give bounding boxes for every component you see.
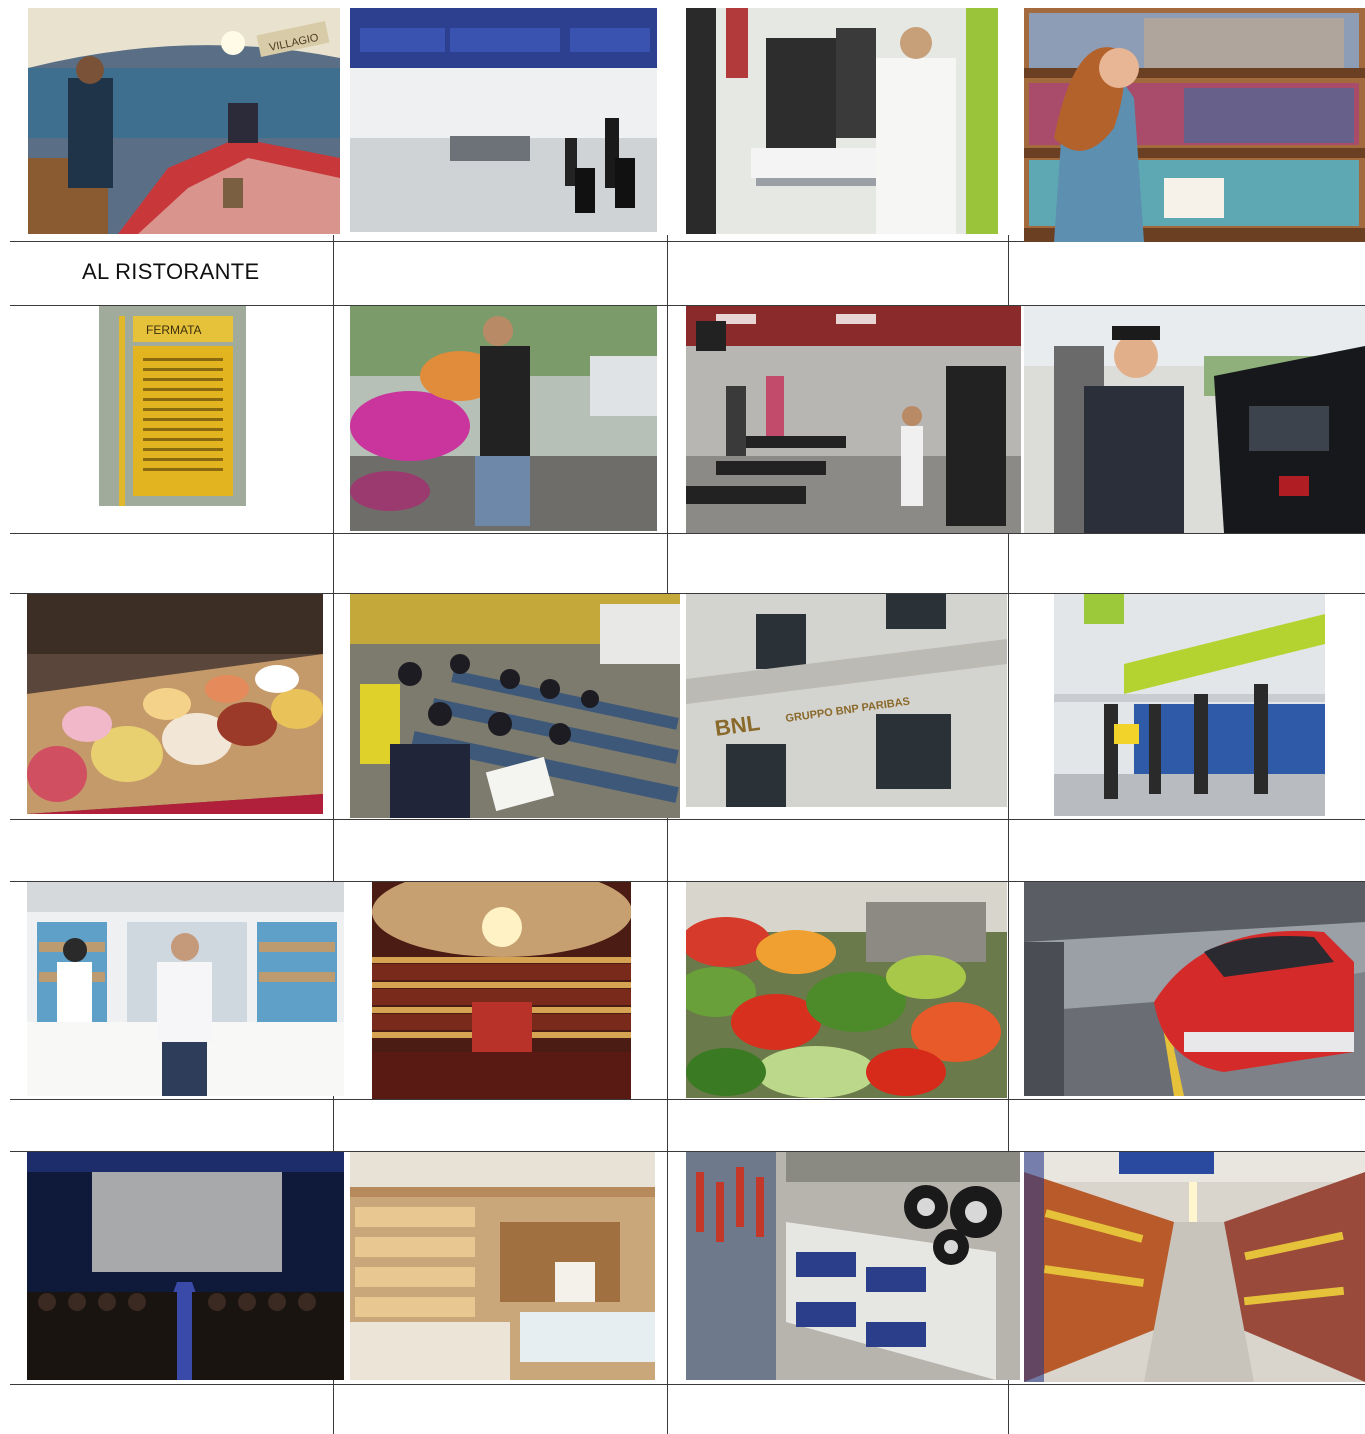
university-lecture-hall-photo	[350, 594, 680, 818]
grid-line	[667, 235, 668, 1434]
bank-photo: BNL GRUPPO BNP PARIBAS	[686, 594, 1007, 807]
grocery-shop-photo	[350, 1152, 655, 1380]
airport-photo	[350, 8, 657, 232]
grid-line	[10, 1384, 1365, 1385]
bus-stop-sign-text: FERMATA	[146, 323, 202, 337]
market-photo	[686, 882, 1007, 1098]
grid-line	[10, 819, 1365, 820]
hospital-photo	[686, 8, 998, 234]
pharmacy-photo	[27, 882, 344, 1096]
worksheet-page: VILLAGIO AL RISTORANTE FERMATA BNL GRUPP…	[0, 0, 1365, 1434]
caption-restaurant: AL RISTORANTE	[82, 259, 260, 284]
gym-photo	[686, 306, 1021, 533]
grid-line	[10, 1099, 1365, 1100]
bus-stop-photo: FERMATA	[99, 306, 246, 506]
gas-station-photo	[1024, 306, 1365, 533]
florist-photo	[350, 306, 657, 531]
supermarket-photo	[1024, 1152, 1365, 1382]
restaurant-photo: VILLAGIO	[28, 8, 340, 234]
post-office-photo	[1054, 594, 1325, 816]
theater-photo	[372, 882, 631, 1099]
grid-line	[10, 533, 1365, 534]
library-photo	[1024, 8, 1365, 242]
train-station-photo	[1024, 882, 1365, 1096]
cinema-photo	[27, 1152, 344, 1380]
ice-cream-shop-photo	[27, 594, 323, 814]
hardware-store-photo	[686, 1152, 1020, 1380]
